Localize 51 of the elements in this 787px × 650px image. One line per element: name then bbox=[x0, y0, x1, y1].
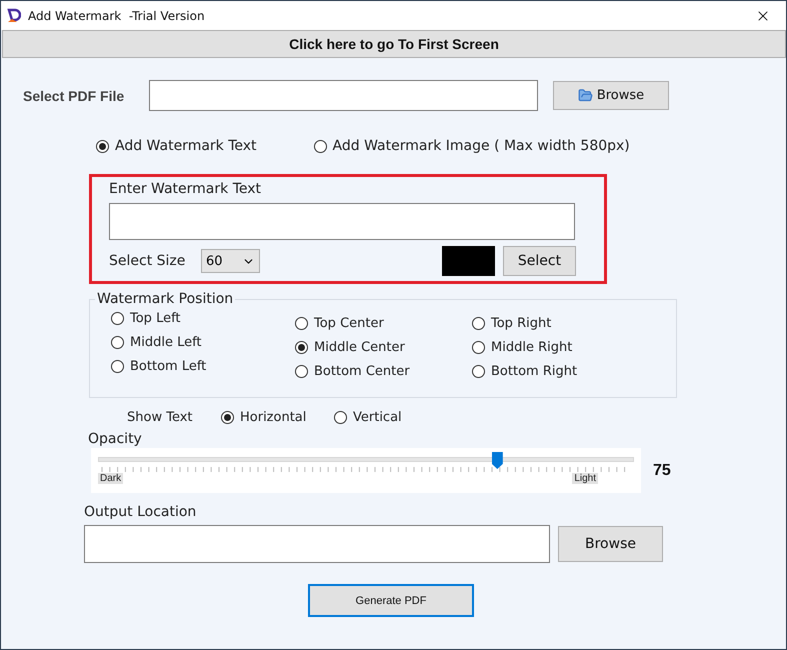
radio-button[interactable] bbox=[221, 411, 234, 424]
folder-icon bbox=[578, 88, 593, 103]
size-dropdown[interactable]: 60 bbox=[201, 249, 260, 273]
position-group-title: Watermark Position bbox=[96, 291, 234, 307]
show-text-label: Show Text bbox=[127, 410, 194, 425]
radio-label[interactable]: Top Left bbox=[130, 311, 181, 326]
radio-button[interactable] bbox=[472, 341, 485, 354]
select-color-button[interactable]: Select bbox=[503, 246, 576, 276]
browse-button[interactable]: Browse bbox=[558, 526, 663, 562]
radio-label[interactable]: Middle Center bbox=[314, 340, 405, 355]
radio-label[interactable]: Add Watermark Image ( Max width 580px) bbox=[332, 138, 630, 154]
pdf-file-field[interactable] bbox=[149, 80, 538, 111]
first-screen-button[interactable]: Click here to go To First Screen bbox=[2, 30, 786, 58]
output-location-field[interactable] bbox=[84, 525, 550, 563]
radio-button[interactable] bbox=[111, 360, 124, 373]
dark-label: Dark bbox=[98, 473, 124, 484]
radio-button[interactable] bbox=[111, 336, 124, 349]
radio-label[interactable]: Add Watermark Text bbox=[115, 138, 257, 154]
window-title: Add Watermark -Trial Version bbox=[28, 8, 206, 22]
radio-label[interactable]: Top Right bbox=[491, 316, 552, 331]
radio-button[interactable] bbox=[96, 140, 109, 152]
output-location-label: Output Location bbox=[84, 504, 196, 520]
radio-button[interactable] bbox=[295, 365, 308, 378]
radio-button[interactable] bbox=[334, 411, 347, 424]
radio-button[interactable] bbox=[314, 140, 327, 152]
radio-label[interactable]: Middle Right bbox=[491, 340, 572, 355]
watermark-text-label: Enter Watermark Text bbox=[109, 181, 262, 197]
pdf-file-label: Select PDF File bbox=[23, 88, 126, 104]
watermark-text-field[interactable] bbox=[109, 203, 575, 240]
radio-label[interactable]: Top Center bbox=[314, 316, 384, 331]
radio-label[interactable]: Vertical bbox=[353, 410, 402, 425]
radio-label[interactable]: Middle Left bbox=[130, 335, 202, 350]
radio-label[interactable]: Horizontal bbox=[240, 410, 306, 425]
opacity-slider[interactable]: Dark Light bbox=[91, 448, 641, 493]
opacity-value: 75 bbox=[653, 462, 671, 480]
browse-button[interactable]: Browse bbox=[553, 81, 669, 110]
radio-button[interactable] bbox=[472, 365, 485, 378]
radio-label[interactable]: Bottom Left bbox=[130, 359, 206, 374]
radio-label[interactable]: Bottom Right bbox=[491, 364, 578, 379]
slider-thumb[interactable] bbox=[492, 452, 503, 469]
app-logo-icon bbox=[7, 8, 21, 24]
generate-pdf-button[interactable]: Generate PDF bbox=[308, 584, 474, 617]
size-label: Select Size bbox=[109, 253, 186, 269]
light-label: Light bbox=[572, 473, 598, 484]
radio-button[interactable] bbox=[295, 341, 308, 354]
color-swatch[interactable] bbox=[442, 246, 495, 276]
radio-button[interactable] bbox=[472, 317, 485, 330]
opacity-label: Opacity bbox=[88, 431, 142, 447]
radio-label[interactable]: Bottom Center bbox=[314, 364, 410, 379]
radio-button[interactable] bbox=[111, 312, 124, 325]
radio-button[interactable] bbox=[295, 317, 308, 330]
